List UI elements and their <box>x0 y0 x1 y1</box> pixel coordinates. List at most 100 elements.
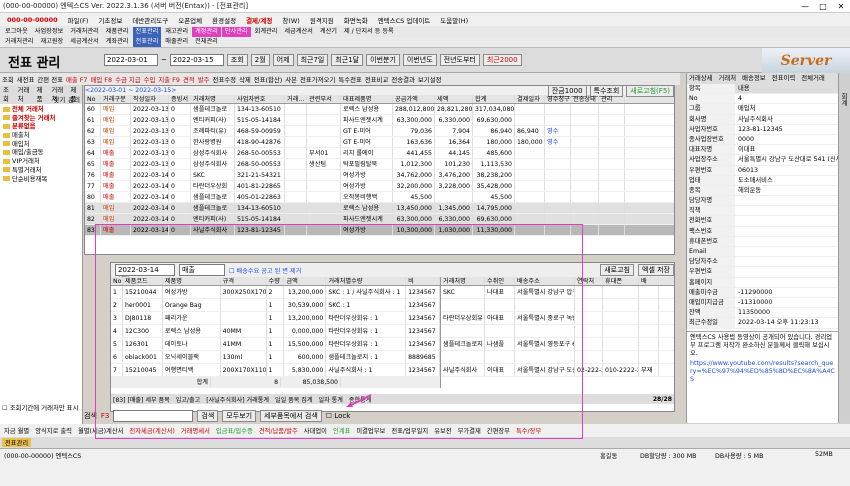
menu-file[interactable]: 파일(F) <box>64 15 93 25</box>
column-header[interactable]: 작성일자 <box>131 95 169 103</box>
table-row[interactable] <box>441 351 674 364</box>
ba-9[interactable]: 미결업무보 <box>354 426 387 435</box>
delivery-checkbox[interactable]: ☐ 배송수요 공고 된 변 제거 <box>229 266 301 275</box>
property-row[interactable]: 매출미수금 -11290000 <box>687 287 838 298</box>
range-2000[interactable]: 최근2000 <box>482 54 522 66</box>
tb-register[interactable]: 제 / 단지서 등 등록 <box>341 27 397 37</box>
column-header[interactable]: 규격 <box>221 277 267 285</box>
tb2-account[interactable]: 계좌관리 <box>103 37 132 47</box>
table-row[interactable]: 3 DJ80118 패리가운 1 13,200,000 타란더우상회유 : 1 123456… <box>111 312 440 325</box>
column-header[interactable]: 관리 <box>599 95 625 103</box>
menu-payment[interactable]: 결제/계정 <box>242 15 276 25</box>
excel-save-button[interactable]: 엑셀 저장 <box>638 264 674 276</box>
column-header[interactable]: 제품명 <box>163 277 221 285</box>
action-sales[interactable]: 매출 F7 <box>66 75 88 84</box>
ba-13[interactable]: 간편장부 <box>485 426 512 435</box>
column-header[interactable]: 관련부서 <box>307 95 341 103</box>
column-header[interactable]: 전송상태 <box>571 95 599 103</box>
property-row[interactable]: 우편번호 06013 <box>687 165 838 176</box>
table-row[interactable]: 65 매출 2022-03-13 0 삼성주식회사 268-50-00553 생산팀 탁포필림… <box>85 159 674 170</box>
tree-item[interactable]: 전체 거래처 <box>3 105 79 114</box>
menu-basic[interactable]: 기초정보 <box>94 15 126 25</box>
tab-daily[interactable]: 일일 품목 집계 <box>273 395 315 404</box>
action-search[interactable]: 조회 <box>2 75 14 84</box>
table-row[interactable]: 6 oblack001 오닉세이블랙 130ml 1 600,000 샘플테크놀로지 : 1… <box>111 351 440 364</box>
detail-date[interactable]: 2022-03-14 (월) <box>115 264 175 284</box>
tab-client2[interactable]: 거래처 <box>48 85 67 103</box>
tb-business[interactable]: 사업장정보 <box>32 27 66 37</box>
property-row[interactable]: 우편번호 <box>687 267 838 278</box>
tb2-sales[interactable]: 매출관리 <box>162 37 191 47</box>
tb-account[interactable]: 계정관리 <box>192 26 221 37</box>
property-row[interactable]: 대표자명 이대표 <box>687 145 838 156</box>
close-button[interactable]: ✕ <box>832 2 850 11</box>
tab-total-stats[interactable]: 종합통계 <box>347 395 373 404</box>
property-row[interactable]: 담당자명 <box>687 196 838 207</box>
ba-10[interactable]: 전표/업무일지 <box>389 426 430 435</box>
table-row[interactable] <box>441 299 674 312</box>
menu-remote[interactable]: 원격지원 <box>306 15 338 25</box>
action-quote[interactable]: 견적 <box>183 75 195 84</box>
tab-date-stats[interactable]: 일자 통계 <box>316 395 344 404</box>
tree-item[interactable]: VIP거래처 <box>3 157 79 166</box>
action-expense[interactable]: 지출 F9 <box>158 75 180 84</box>
table-row[interactable]: 76 매출 2022-03-14 0 SKC 321-21-54321 여성가방 34,762… <box>85 170 674 181</box>
tab-inout[interactable]: 입고/출고 <box>174 395 202 404</box>
tab-client[interactable]: 거래처 <box>15 85 34 103</box>
action-collect[interactable]: 수금 지급 <box>115 75 141 84</box>
ba-0[interactable]: 자금 월별 <box>2 426 31 435</box>
column-header[interactable]: 거래처명 <box>191 95 235 103</box>
rtab-all[interactable]: 전체거래 <box>799 73 827 84</box>
column-header[interactable]: 합계 <box>473 95 515 103</box>
range-feb[interactable]: 2월 <box>250 54 270 66</box>
property-row[interactable]: 그룹 매입처 <box>687 104 838 115</box>
tree-item[interactable]: 특별거래처 <box>3 166 79 175</box>
table-row[interactable]: 64 매출 2022-03-13 0 삼성주식회사 268-50-00553 부서01 리치 … <box>85 148 674 159</box>
column-header[interactable]: 영수청구 <box>545 95 571 103</box>
tb-hr[interactable]: 인사관리 <box>221 26 251 37</box>
menu-open[interactable]: 오픈업체 <box>174 15 206 25</box>
table-row[interactable]: SKC 나대표 서울특별시 강남구 압구 <box>441 286 674 299</box>
lock-checkbox[interactable]: ☐ Lock <box>326 412 350 420</box>
property-row[interactable]: 매입미지급금 -11310000 <box>687 297 838 309</box>
property-row[interactable]: 회사명 사닐주식회사 <box>687 114 838 125</box>
property-row[interactable]: 홈페이지 <box>687 277 838 288</box>
date-to[interactable]: 2022-03-15 <box>169 54 224 66</box>
menu-db-tools[interactable]: 데반관리도구 <box>128 15 172 25</box>
ba-2[interactable]: 월별(세금)계산서 <box>76 426 125 435</box>
tab-client-stats[interactable]: [사닐주식회사] 거래통계 <box>204 395 271 404</box>
tb2-all[interactable]: 전체관리 <box>192 37 221 47</box>
action-income[interactable]: 수입 <box>144 75 156 84</box>
ba-1[interactable]: 양식지로 출력 <box>33 426 74 435</box>
action-copy[interactable]: 사본 <box>285 75 297 84</box>
tab-query[interactable]: 조회 <box>0 85 15 103</box>
minimize-button[interactable]: — <box>796 2 814 11</box>
menu-record[interactable]: 화면녹화 <box>340 15 372 25</box>
ba-7[interactable]: 사대업이 <box>302 426 329 435</box>
tb2-stock[interactable]: 재고원장 <box>37 37 66 47</box>
tb2-client[interactable]: 거래처관리 <box>2 37 36 47</box>
column-header[interactable]: 제품코드 <box>123 277 163 285</box>
table-row[interactable]: 82 매입 2022-03-14 0 엔티커피(사) 515-05-14184 파사드엔젯시… <box>85 214 674 225</box>
manage-button[interactable]: 관리 <box>68 95 80 104</box>
menu-help[interactable]: 도움말(H) <box>436 15 472 25</box>
column-header[interactable]: 수량 <box>267 277 285 285</box>
property-row[interactable]: 휴대폰번호 <box>687 236 838 247</box>
detail-type[interactable]: 매출 <box>179 264 225 276</box>
property-row[interactable]: 업태 도소매서비스 <box>687 175 838 186</box>
column-header[interactable]: 휴대폰 <box>603 277 639 285</box>
property-row[interactable]: Email <box>687 247 838 258</box>
property-row[interactable]: 사업자번호 123-81-12345 <box>687 124 838 135</box>
range-1month[interactable]: 최근1달 <box>331 54 364 66</box>
show-all-button[interactable]: 모두보기 <box>222 410 257 422</box>
table-row[interactable]: 사닐주식회사이대표서울특별시 강남구 도산02-222-2222010-2222… <box>441 364 674 377</box>
menu-update[interactable]: 엔텍스CS 업데이트 <box>374 15 435 25</box>
tb-client[interactable]: 거래처관리 <box>67 27 101 37</box>
column-header[interactable]: 배 <box>639 277 659 285</box>
property-row[interactable]: 잔액 11350000 <box>687 308 838 319</box>
menu-window[interactable]: 창(W) <box>278 15 303 25</box>
table-row[interactable]: 77 매출 2022-03-14 0 타란더우상회 401-81-22865 여성가방 32,… <box>85 181 674 192</box>
column-header[interactable]: 공급가액 <box>393 95 435 103</box>
property-row[interactable]: 최근수정일 2022-03-14 오후 11:23:13 <box>687 318 838 329</box>
action-delete[interactable]: 삭제 <box>239 75 251 84</box>
